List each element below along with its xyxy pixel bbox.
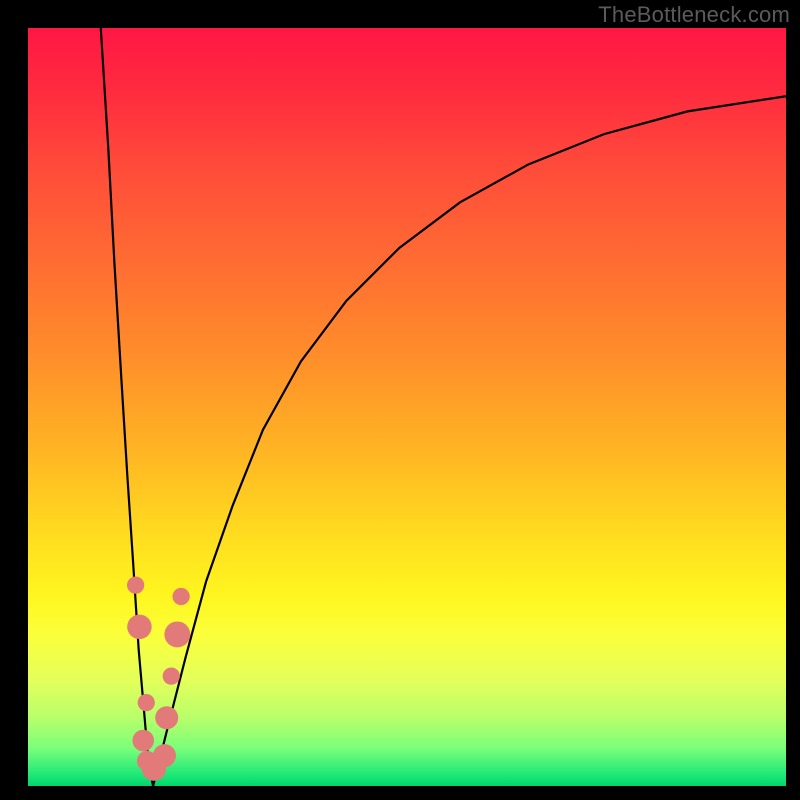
- marker-dot: [155, 706, 178, 729]
- marker-dot: [164, 621, 190, 647]
- watermark-text: TheBottleneck.com: [598, 2, 790, 28]
- marker-dot: [153, 744, 176, 767]
- marker-dot: [172, 588, 189, 605]
- bottleneck-chart: [0, 0, 800, 800]
- marker-dot: [132, 730, 154, 752]
- marker-dot: [127, 576, 144, 593]
- marker-dot: [163, 667, 180, 684]
- marker-dot: [127, 615, 151, 639]
- marker-dot: [138, 694, 155, 711]
- chart-container: TheBottleneck.com: [0, 0, 800, 800]
